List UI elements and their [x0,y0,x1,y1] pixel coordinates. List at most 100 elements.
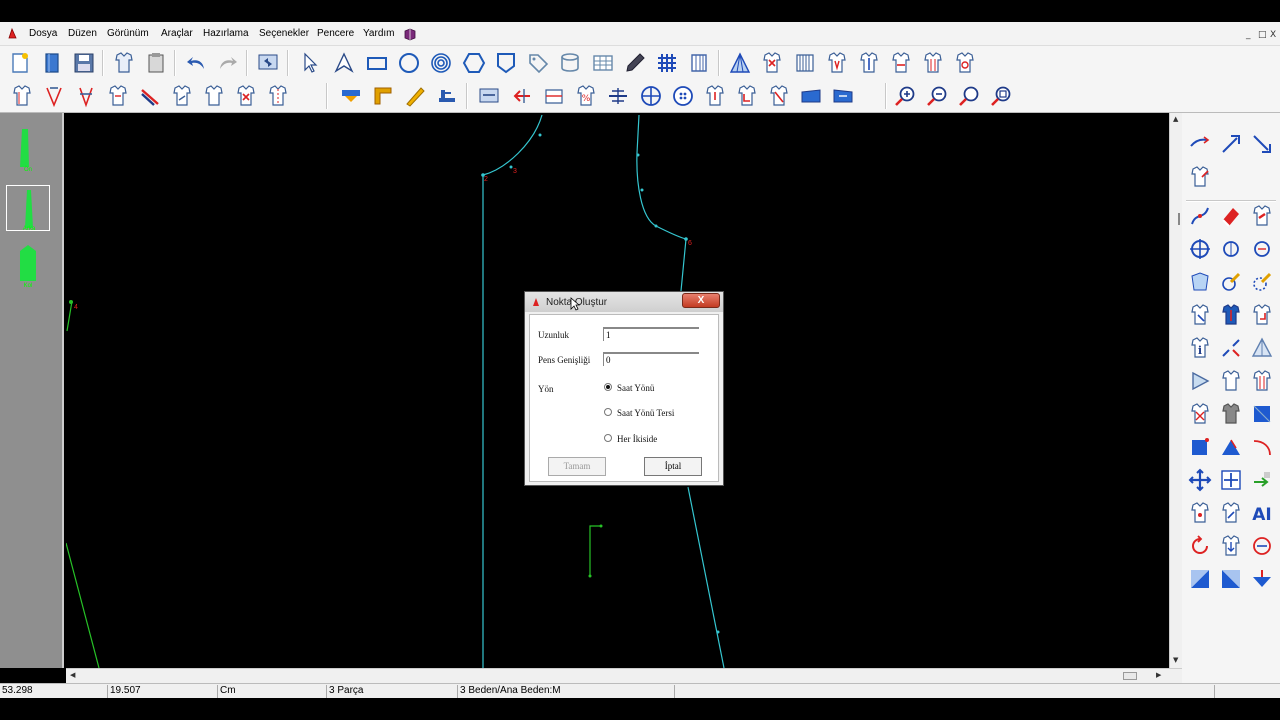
pattern-point[interactable] [654,224,658,228]
right-tool-target[interactable] [1185,234,1215,264]
piece-thumbnail-sleeve[interactable]: Kol [6,241,50,289]
right-tool-move[interactable] [1185,465,1215,495]
spiral-tool-button[interactable] [427,49,455,77]
piece-tool-1-button[interactable] [8,82,36,110]
notch-tool-button[interactable] [701,82,729,110]
right-tool-piece-arrow[interactable] [1247,300,1277,330]
right-tool-arc[interactable] [1247,432,1277,462]
grid-tool-button[interactable] [653,49,681,77]
slash-tool-button[interactable] [685,49,713,77]
measure-tool-button[interactable] [475,82,503,110]
delete-piece-button[interactable] [232,82,260,110]
garment-tool-2-button[interactable] [823,49,851,77]
paste-piece-button[interactable] [142,49,170,77]
right-tool-rotate[interactable] [1216,234,1246,264]
open-file-button[interactable] [38,49,66,77]
help-book-icon[interactable] [403,27,417,41]
save-button[interactable] [70,49,98,77]
right-tool-pleated-piece[interactable] [1247,366,1277,396]
piece-tool-3-button[interactable] [72,82,100,110]
pocket-tool-button[interactable] [492,49,520,77]
piece-tool-5-button[interactable] [168,82,196,110]
right-tool-mirror[interactable] [1247,234,1277,264]
right-tool-diagonal-fill[interactable] [1185,564,1215,594]
menu-pencere[interactable]: Pencere [317,28,354,39]
menu-yardim[interactable]: Yardım [363,28,395,39]
menu-hazirlama[interactable]: Hazırlama [203,28,249,39]
new-file-button[interactable] [6,49,34,77]
button-tool-button[interactable] [669,82,697,110]
zoom-out-button[interactable] [923,82,951,110]
piece-measure-button[interactable] [540,82,568,110]
radio-counter-clockwise[interactable] [604,408,612,416]
pattern-point[interactable] [599,524,603,528]
garment-tool-1-button[interactable] [758,49,786,77]
zoom-all-button[interactable] [987,82,1015,110]
right-tool-info[interactable]: i [1185,333,1215,363]
right-tool-pencil-circle[interactable] [1216,267,1246,297]
restore-button[interactable]: □ [1258,30,1267,40]
add-point-button[interactable] [637,82,665,110]
menu-dosya[interactable]: Dosya [29,28,57,39]
right-tool-triangle[interactable] [1247,333,1277,363]
pattern-point[interactable] [636,153,640,157]
polygon-tool-button[interactable] [460,49,488,77]
waistband-tool-button[interactable] [337,82,365,110]
scroll-up-arrow-icon[interactable]: ▲ [1173,115,1178,123]
piece-tool-4-button[interactable] [104,82,132,110]
right-tool-fill-piece[interactable] [1216,300,1246,330]
dialog-close-button[interactable]: X [682,293,720,308]
garment-tool-3-button[interactable] [855,49,883,77]
right-tool-play[interactable] [1185,366,1215,396]
scroll-down-arrow-icon[interactable]: ▼ [1173,656,1178,664]
dart-width-input[interactable] [603,353,699,366]
right-tool-green-arrow[interactable] [1247,465,1277,495]
menu-gorunum[interactable]: Görünüm [107,28,149,39]
right-tool-rotate-both[interactable] [1247,531,1277,561]
align-tool-button[interactable] [604,82,632,110]
right-tool-garment-edit[interactable] [1216,498,1246,528]
right-tool-gray-piece[interactable] [1216,399,1246,429]
refresh-view-button[interactable] [254,49,282,77]
right-tool-pencil-dotted[interactable] [1247,267,1277,297]
right-tool-peak[interactable] [1216,432,1246,462]
vertical-scrollbar[interactable]: ▲ ▼ [1169,113,1182,668]
redo-button[interactable] [214,49,242,77]
flare-tool-button[interactable] [726,49,754,77]
right-tool-copy-piece[interactable] [1185,300,1215,330]
corner-piece-button[interactable] [733,82,761,110]
right-tool-garment-pin[interactable] [1185,498,1215,528]
pen-tool-button[interactable] [621,49,649,77]
piece-thumbnail-back[interactable]: Arka [6,185,50,232]
pattern-point[interactable] [538,133,542,137]
minimize-button[interactable]: _ [1246,30,1251,40]
right-tool-blue-corner[interactable] [1185,432,1215,462]
right-tool-garment[interactable] [1185,162,1215,192]
sew-tool-button[interactable] [433,82,461,110]
copy-piece-button[interactable] [110,49,138,77]
scroll-left-arrow-icon[interactable]: ◀ [70,671,75,679]
select-tool-button[interactable] [296,49,324,77]
garment-tool-6-button[interactable] [951,49,979,77]
extend-tool-button[interactable] [797,82,825,110]
right-tool-shirt[interactable] [1216,366,1246,396]
menu-araclar[interactable]: Araçlar [161,28,193,39]
percent-tool-button[interactable]: % [572,82,600,110]
radio-both[interactable] [604,434,612,442]
label-tool-button[interactable] [524,49,552,77]
pattern-point[interactable] [588,574,592,578]
zoom-window-button[interactable] [955,82,983,110]
pattern-point[interactable] [69,300,73,304]
radio-clockwise[interactable] [604,383,612,391]
menu-secenekler[interactable]: Seçenekler [259,28,309,39]
merge-tool-button[interactable] [508,82,536,110]
pattern-point[interactable] [640,188,644,192]
cancel-button[interactable]: İptal [644,457,702,476]
right-tool-piece-blue[interactable] [1185,267,1215,297]
piece-tool-7-button[interactable] [264,82,292,110]
right-tool-arrow-pick[interactable] [1185,129,1215,159]
right-tool-arrow-cross[interactable] [1216,129,1246,159]
right-tool-move-box[interactable] [1216,465,1246,495]
pattern-point[interactable] [716,630,720,634]
scroll-thumb[interactable] [1123,672,1137,680]
